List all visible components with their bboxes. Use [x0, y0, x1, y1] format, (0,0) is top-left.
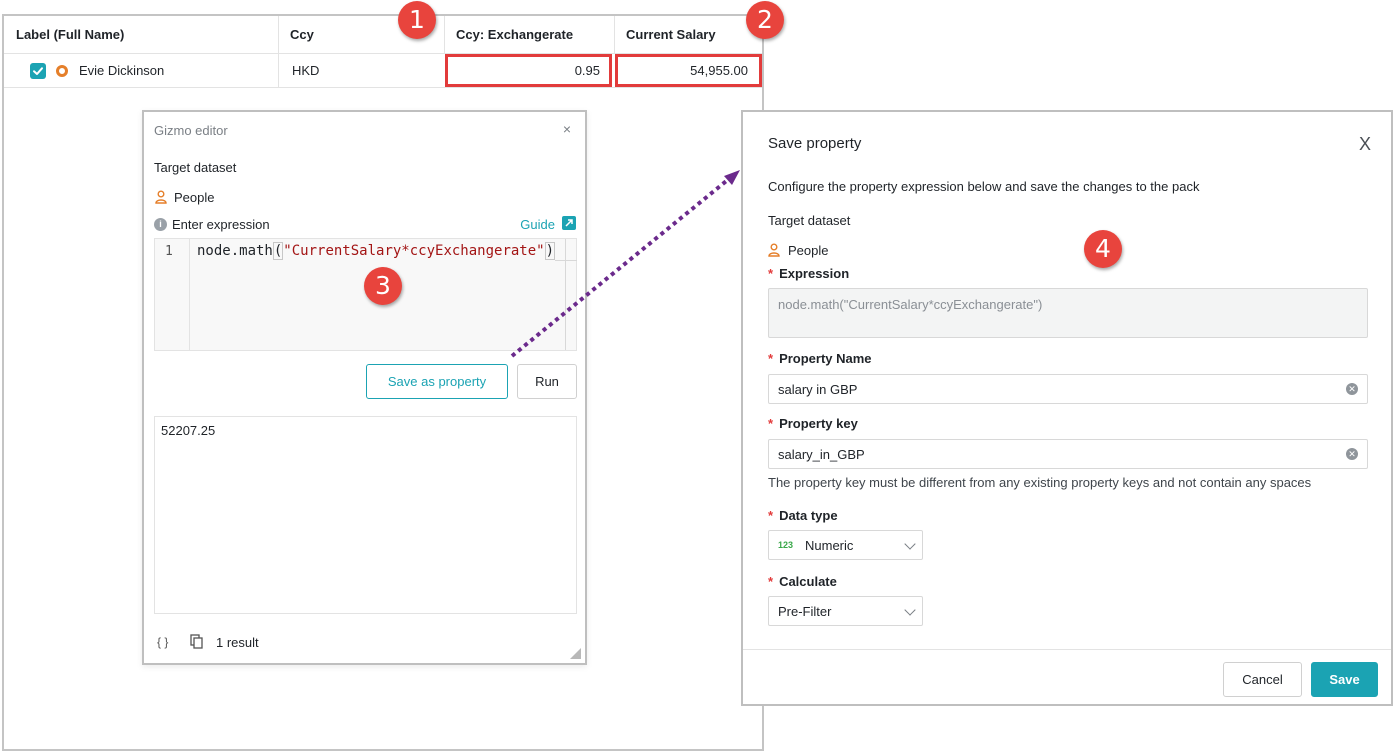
column-divider: [278, 16, 279, 54]
property-key-value: salary_in_GBP: [778, 447, 865, 462]
required-mark: *: [768, 351, 774, 366]
code-paren-open: (: [272, 242, 284, 260]
clear-icon[interactable]: ✕: [1346, 383, 1358, 395]
copy-icon[interactable]: [190, 634, 203, 649]
chevron-down-icon: [904, 604, 916, 616]
person-icon: [768, 243, 780, 257]
required-mark: *: [768, 416, 774, 431]
expression-label: * Expression: [768, 266, 850, 281]
save-button[interactable]: Save: [1311, 662, 1378, 697]
result-count: 1 result: [216, 635, 259, 650]
step-badge-4: 4: [1084, 230, 1122, 268]
calculate-label: * Calculate: [768, 574, 837, 589]
cell-ccy: HKD: [292, 63, 320, 78]
highlight-current-salary: [615, 54, 762, 87]
data-type-label: * Data type: [768, 508, 838, 523]
data-type-select[interactable]: 123 Numeric: [768, 530, 923, 560]
gizmo-editor-title: Gizmo editor: [154, 123, 228, 138]
target-dataset-label: Target dataset: [154, 160, 237, 175]
property-name-label: * Property Name: [768, 351, 872, 366]
property-key-hint: The property key must be different from …: [768, 475, 1312, 490]
column-divider: [444, 16, 445, 54]
step-badge-2: 2: [746, 1, 784, 39]
resize-handle[interactable]: [570, 648, 581, 659]
close-icon[interactable]: ×: [563, 121, 571, 137]
step-badge-3: 3: [364, 267, 402, 305]
clear-icon[interactable]: ✕: [1346, 448, 1358, 460]
calculate-value: Pre-Filter: [778, 604, 832, 619]
required-mark: *: [768, 266, 774, 281]
target-dataset-label: Target dataset: [768, 213, 851, 228]
dataset-name: People: [788, 243, 829, 258]
braces-icon[interactable]: { }: [157, 635, 168, 649]
node-type-icon: [56, 65, 68, 77]
dialog-title: Save property: [768, 135, 862, 152]
highlight-exchangerate: [445, 54, 612, 87]
check-icon: [33, 67, 43, 75]
line-number: 1: [165, 244, 173, 259]
result-value: 52207.25: [161, 423, 216, 438]
column-header-label[interactable]: Label (Full Name): [4, 16, 278, 54]
numeric-icon: 123: [778, 540, 794, 550]
person-icon: [155, 190, 167, 204]
close-icon[interactable]: X: [1359, 134, 1371, 155]
property-key-label: * Property key: [768, 416, 858, 431]
expression-textarea[interactable]: node.math("CurrentSalary*ccyExchangerate…: [768, 288, 1368, 338]
save-property-dialog: Save property X Configure the property e…: [741, 110, 1393, 706]
required-mark: *: [768, 508, 774, 523]
column-header-current-salary[interactable]: Current Salary: [614, 16, 762, 54]
property-name-value: salary in GBP: [778, 382, 858, 397]
step-badge-1: 1: [398, 1, 436, 39]
dataset-name: People: [174, 190, 215, 205]
cancel-button[interactable]: Cancel: [1223, 662, 1302, 697]
data-type-value: Numeric: [805, 538, 854, 553]
info-icon: i: [154, 218, 167, 231]
chevron-down-icon: [904, 538, 916, 550]
calculate-select[interactable]: Pre-Filter: [768, 596, 923, 626]
dialog-description: Configure the property expression below …: [768, 179, 1200, 194]
row-checkbox[interactable]: [30, 63, 46, 79]
required-mark: *: [768, 574, 774, 589]
expression-value: node.math("CurrentSalary*ccyExchangerate…: [778, 297, 1043, 312]
cell-full-name: Evie Dickinson: [79, 63, 165, 78]
save-as-property-button[interactable]: Save as property: [366, 364, 508, 399]
arrow-connector: [510, 170, 740, 358]
enter-expression-label: Enter expression: [172, 217, 270, 232]
line-gutter: 1: [155, 239, 190, 350]
result-output: 52207.25: [154, 416, 577, 614]
property-name-input[interactable]: salary in GBP ✕: [768, 374, 1368, 404]
code-function: node.math: [197, 243, 273, 259]
dialog-footer-divider: [743, 649, 1391, 650]
property-key-input[interactable]: salary_in_GBP ✕: [768, 439, 1368, 469]
column-header-exchangerate[interactable]: Ccy: Exchangerate: [444, 16, 614, 54]
table-header: Label (Full Name) Ccy Ccy: Exchangerate …: [4, 16, 762, 54]
column-divider: [614, 16, 615, 54]
